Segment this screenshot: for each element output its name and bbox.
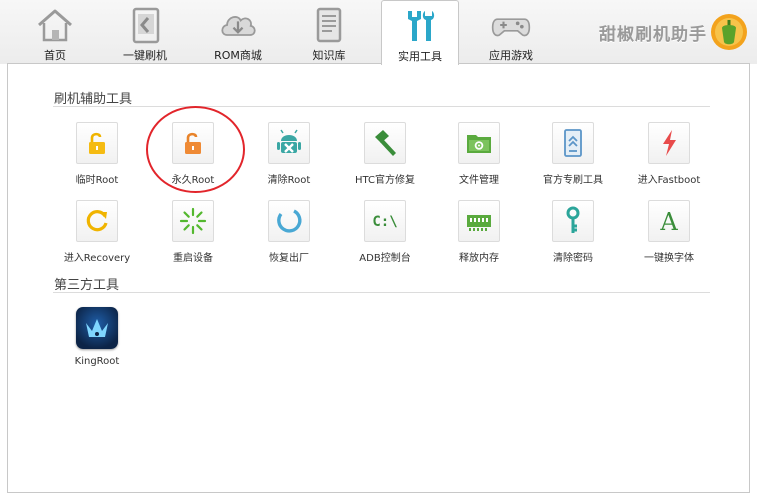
font-icon: A	[648, 200, 690, 242]
tool-label: 清除Root	[267, 175, 311, 186]
section-divider	[53, 292, 710, 293]
document-icon	[309, 5, 349, 45]
tools-icon	[400, 6, 440, 46]
console-icon: C:\	[364, 200, 406, 242]
tab-rom-store[interactable]: ROM商城	[193, 0, 283, 64]
tab-label: 应用游戏	[489, 49, 533, 62]
tool-label: 文件管理	[459, 175, 499, 186]
tab-label: 实用工具	[398, 50, 442, 63]
tablet-icon	[552, 122, 594, 164]
cloud-download-icon	[218, 5, 258, 45]
key-icon	[552, 200, 594, 242]
section-title-flash-tools: 刷机辅助工具	[54, 92, 133, 107]
tab-label: ROM商城	[214, 49, 262, 62]
tab-label: 知识库	[312, 49, 346, 62]
tool-label: ADB控制台	[359, 253, 411, 264]
tab-apps-games[interactable]: 应用游戏	[466, 0, 556, 64]
tool-kingroot[interactable]: KingRoot	[52, 307, 142, 375]
top-navigation-bar: 首页 一键刷机 ROM商城 知识库 实用工具 应用游戏 甜椒刷机助手	[0, 0, 757, 65]
svg-text:C:\: C:\	[372, 214, 397, 230]
brand: 甜椒刷机助手	[599, 12, 749, 52]
home-icon	[35, 5, 75, 45]
tool-htc-official-repair[interactable]: HTC官方修复	[340, 122, 430, 190]
tool-label: 临时Root	[75, 175, 119, 186]
tool-permanent-root[interactable]: 永久Root	[148, 122, 238, 190]
lightning-icon	[648, 122, 690, 164]
tool-change-font[interactable]: A 一键换字体	[624, 200, 714, 268]
reset-circle-icon	[268, 200, 310, 242]
tab-one-click-flash[interactable]: 一键刷机	[100, 0, 190, 64]
pepper-logo-icon	[709, 12, 749, 52]
tool-reboot-device[interactable]: 重启设备	[148, 200, 238, 268]
tool-label: 释放内存	[459, 253, 499, 264]
android-icon	[268, 122, 310, 164]
tool-label: 清除密码	[553, 253, 593, 264]
tab-home[interactable]: 首页	[10, 0, 100, 64]
tool-free-memory[interactable]: 释放内存	[434, 200, 524, 268]
lock-open-orange-icon	[172, 122, 214, 164]
tool-factory-reset[interactable]: 恢复出厂	[244, 200, 334, 268]
tool-enter-recovery[interactable]: 进入Recovery	[52, 200, 142, 268]
crown-icon	[76, 307, 118, 349]
svg-text:A: A	[659, 208, 678, 236]
tab-knowledge-base[interactable]: 知识库	[284, 0, 374, 64]
flash-icon	[125, 5, 165, 45]
loading-spinner-icon	[172, 200, 214, 242]
tool-temp-root[interactable]: 临时Root	[52, 122, 142, 190]
tool-file-manager[interactable]: 文件管理	[434, 122, 524, 190]
section-title-third-party: 第三方工具	[54, 278, 120, 293]
tool-clear-password[interactable]: 清除密码	[528, 200, 618, 268]
tab-utility-tools[interactable]: 实用工具	[381, 0, 459, 65]
tool-label: 重启设备	[173, 253, 213, 264]
tool-label: 永久Root	[171, 175, 215, 186]
tools-panel: 刷机辅助工具 临时Root 永久Root 清除Root HTC官方修复 文件管理…	[7, 63, 750, 493]
tool-label: 恢复出厂	[269, 253, 309, 264]
brand-name: 甜椒刷机助手	[599, 24, 707, 45]
tool-label: HTC官方修复	[354, 175, 416, 186]
tool-label: KingRoot	[74, 356, 120, 367]
tab-label: 一键刷机	[123, 49, 167, 62]
tool-remove-root[interactable]: 清除Root	[244, 122, 334, 190]
section-divider	[53, 106, 710, 107]
lock-open-icon	[76, 122, 118, 164]
tool-label: 一键换字体	[644, 253, 694, 264]
tool-adb-console[interactable]: C:\ ADB控制台	[340, 200, 430, 268]
tool-label: 官方专刷工具	[543, 175, 603, 186]
folder-gear-icon	[458, 122, 500, 164]
refresh-icon	[76, 200, 118, 242]
tool-enter-fastboot[interactable]: 进入Fastboot	[624, 122, 714, 190]
tool-label: 进入Recovery	[63, 253, 131, 264]
tool-label: 进入Fastboot	[637, 175, 701, 186]
tab-label: 首页	[44, 49, 66, 62]
memory-icon	[458, 200, 500, 242]
gamepad-icon	[491, 5, 531, 45]
tool-official-flash[interactable]: 官方专刷工具	[528, 122, 618, 190]
hammer-icon	[364, 122, 406, 164]
